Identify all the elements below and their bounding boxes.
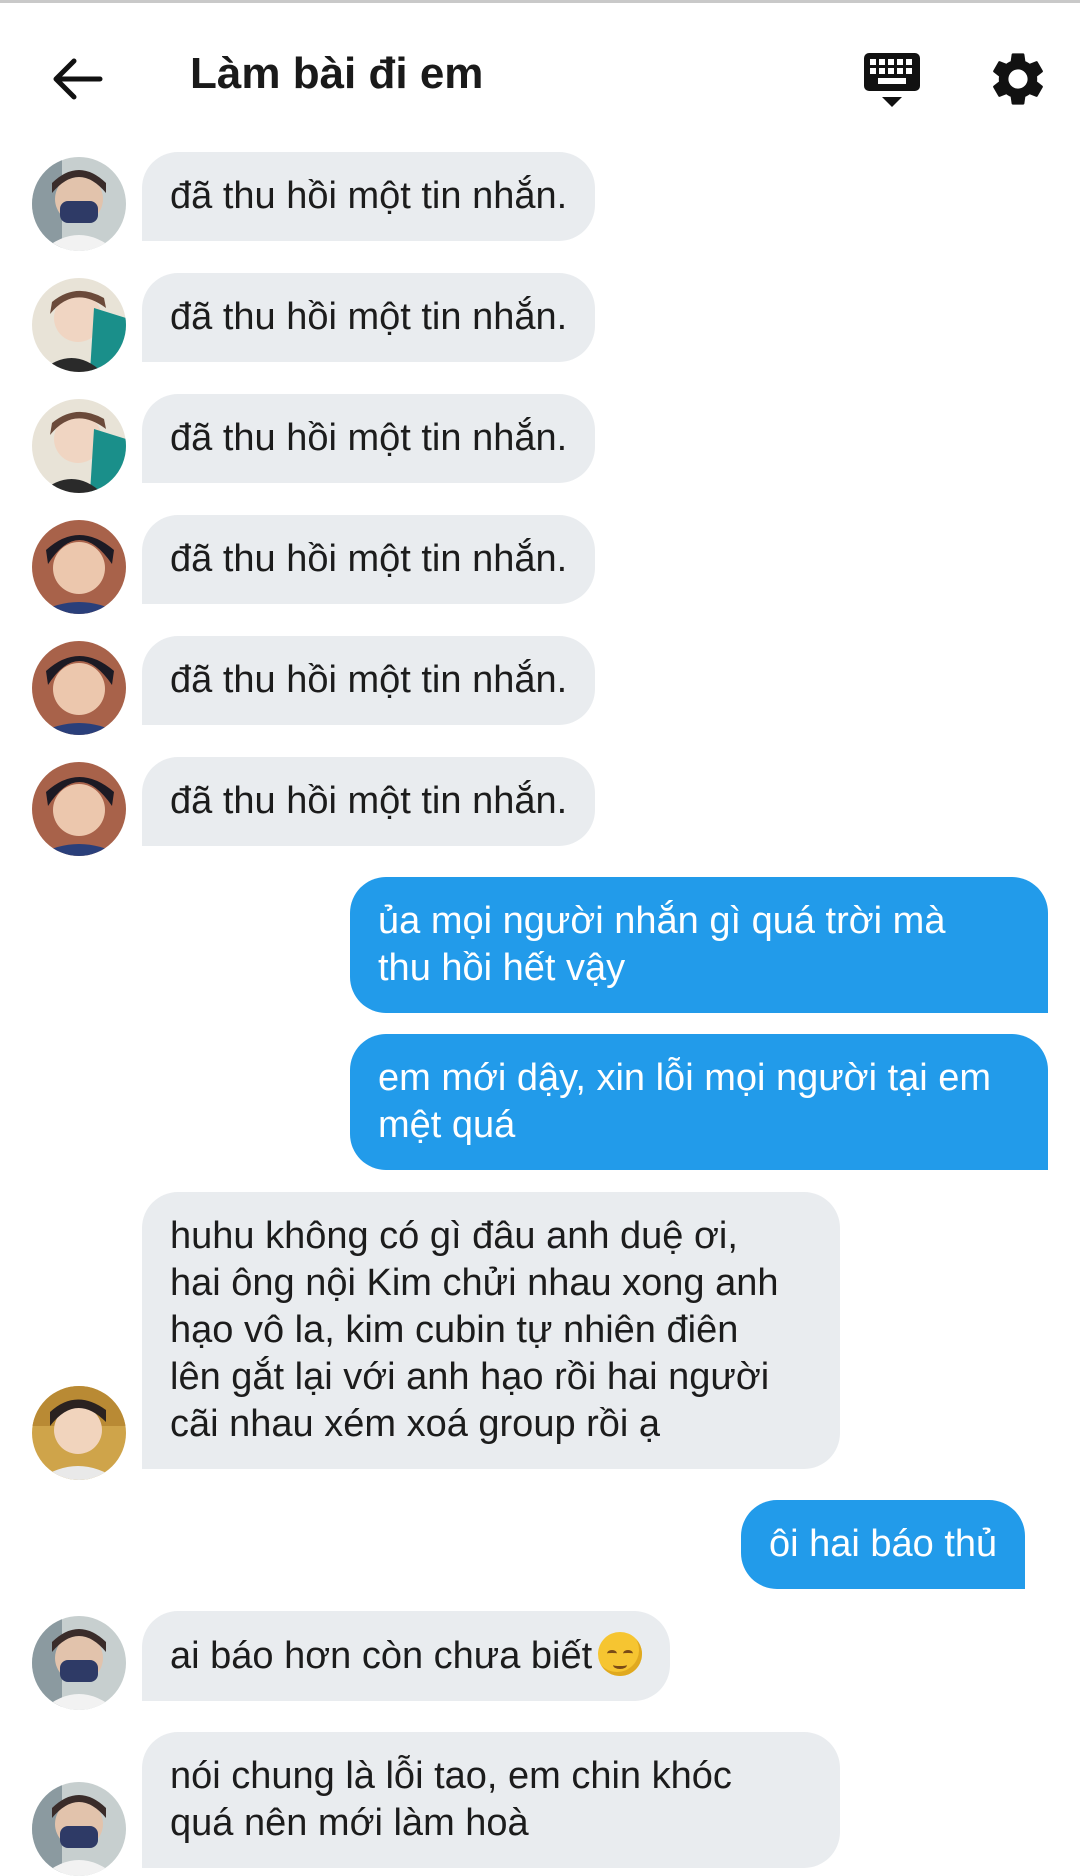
avatar-teal-hoodie[interactable] bbox=[32, 278, 126, 372]
message-text: đã thu hồi một tin nhắn. bbox=[170, 417, 568, 459]
back-button[interactable] bbox=[44, 47, 108, 111]
avatar-masked-boy[interactable] bbox=[32, 1782, 126, 1876]
message-text: em mới dậy, xin lỗi mọi người tại em bbox=[378, 1057, 992, 1099]
message-text: cãi nhau xém xoá group rồi ạ bbox=[170, 1403, 661, 1445]
avatar-teal-hoodie[interactable] bbox=[32, 399, 126, 493]
message-text: huhu không có gì đâu anh duệ ơi, bbox=[170, 1215, 738, 1257]
message-text: hai ông nội Kim chửi nhau xong anh bbox=[170, 1262, 779, 1304]
message-bubble-incoming[interactable]: đã thu hồi một tin nhắn. bbox=[142, 636, 596, 725]
avatar-selfie-boy[interactable] bbox=[32, 1386, 126, 1480]
chat-title[interactable]: Làm bài đi em bbox=[190, 49, 483, 99]
message-text: đã thu hồi một tin nhắn. bbox=[170, 659, 568, 701]
message-bubble-incoming[interactable]: đã thu hồi một tin nhắn. bbox=[142, 152, 596, 241]
message-text: đã thu hồi một tin nhắn. bbox=[170, 175, 568, 217]
message-text: nói chung là lỗi tao, em chin khóc bbox=[170, 1755, 732, 1797]
message-bubble-incoming[interactable]: ai báo hơn còn chưa biết bbox=[142, 1611, 671, 1701]
message-text: đã thu hồi một tin nhắn. bbox=[170, 538, 568, 580]
message-text: quá nên mới làm hoà bbox=[170, 1802, 529, 1844]
relieved-face-emoji bbox=[598, 1632, 643, 1676]
message-bubble-incoming[interactable]: huhu không có gì đâu anh duệ ơi, hai ông… bbox=[142, 1192, 840, 1469]
avatar-dark-hair[interactable] bbox=[32, 762, 126, 856]
message-text: đã thu hồi một tin nhắn. bbox=[170, 780, 568, 822]
avatar-masked-boy[interactable] bbox=[32, 157, 126, 251]
avatar-masked-boy[interactable] bbox=[32, 1616, 126, 1710]
message-text: đã thu hồi một tin nhắn. bbox=[170, 296, 568, 338]
message-text: ôi hai báo thủ bbox=[769, 1523, 998, 1565]
message-text: ủa mọi người nhắn gì quá trời mà bbox=[378, 900, 946, 942]
message-text: hạo vô la, kim cubin tự nhiên điên bbox=[170, 1309, 739, 1351]
message-text: thu hồi hết vậy bbox=[378, 947, 626, 989]
chat-header: Làm bài đi em bbox=[0, 3, 1080, 143]
arrow-left-icon bbox=[53, 58, 103, 100]
message-bubble-outgoing[interactable]: ôi hai báo thủ bbox=[741, 1500, 1026, 1589]
message-text: ai báo hơn còn chưa biết bbox=[170, 1635, 593, 1677]
message-bubble-incoming[interactable]: nói chung là lỗi tao, em chin khóc quá n… bbox=[142, 1732, 840, 1868]
avatar-dark-hair[interactable] bbox=[32, 641, 126, 735]
message-bubble-incoming[interactable]: đã thu hồi một tin nhắn. bbox=[142, 757, 596, 846]
message-bubble-incoming[interactable]: đã thu hồi một tin nhắn. bbox=[142, 394, 596, 483]
message-text: lên gắt lại với anh hạo rồi hai người bbox=[170, 1356, 770, 1398]
keyboard-hide-icon bbox=[864, 53, 920, 107]
keyboard-toggle-button[interactable] bbox=[860, 49, 924, 113]
avatar-dark-hair[interactable] bbox=[32, 520, 126, 614]
gear-icon bbox=[993, 53, 1043, 105]
message-bubble-outgoing[interactable]: ủa mọi người nhắn gì quá trời mà thu hồi… bbox=[350, 877, 1048, 1013]
message-text: mệt quá bbox=[378, 1104, 516, 1146]
settings-button[interactable] bbox=[986, 47, 1050, 111]
message-bubble-incoming[interactable]: đã thu hồi một tin nhắn. bbox=[142, 273, 596, 362]
message-bubble-outgoing[interactable]: em mới dậy, xin lỗi mọi người tại em mệt… bbox=[350, 1034, 1048, 1170]
message-bubble-incoming[interactable]: đã thu hồi một tin nhắn. bbox=[142, 515, 596, 604]
